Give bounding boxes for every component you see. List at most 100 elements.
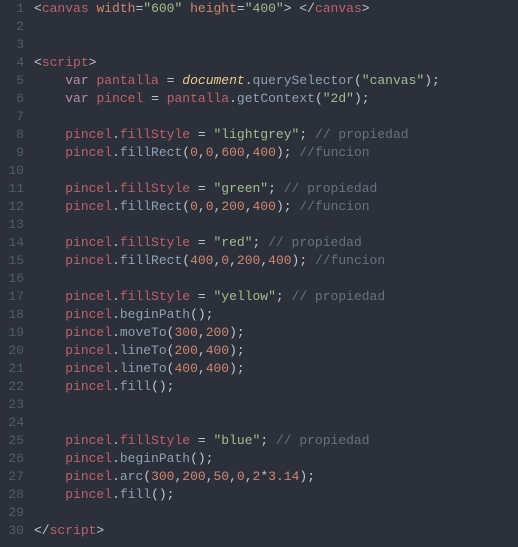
code-line[interactable]: pincel.beginPath(); [34,306,518,324]
code-line[interactable] [34,18,518,36]
token-punc [34,73,65,88]
token-punc: ; [260,433,276,448]
token-punc: . [112,127,120,142]
token-op: = [198,127,206,142]
token-op: = [151,91,159,106]
token-tag: canvas [42,1,89,16]
token-num: 400 [253,199,276,214]
token-punc: ); [424,73,440,88]
token-punc: (); [151,487,174,502]
code-line[interactable]: pincel.lineTo(400,400); [34,360,518,378]
line-number: 19 [0,324,24,342]
token-punc [34,325,65,340]
token-num: 400 [206,343,229,358]
token-punc [190,289,198,304]
code-line[interactable]: pincel.fillStyle = "lightgrey"; // propi… [34,126,518,144]
code-line[interactable] [34,270,518,288]
token-punc: . [112,361,120,376]
code-line[interactable]: pincel.fill(); [34,378,518,396]
token-method: getContext [237,91,315,106]
line-number: 27 [0,468,24,486]
token-punc: , [198,199,206,214]
code-line[interactable]: pincel.lineTo(200,400); [34,342,518,360]
token-op: = [198,289,206,304]
token-punc: ( [315,91,323,106]
code-line[interactable]: var pantalla = document.querySelector("c… [34,72,518,90]
token-punc: </ [34,523,50,538]
token-var: pincel [65,289,112,304]
code-area[interactable]: <canvas width="600" height="400"> </canv… [34,0,518,540]
code-line[interactable]: pincel.fillStyle = "red"; // propiedad [34,234,518,252]
code-line[interactable] [34,162,518,180]
token-punc [34,91,65,106]
code-line[interactable]: pincel.arc(300,200,50,0,2*3.14); [34,468,518,486]
line-number: 20 [0,342,24,360]
token-punc: . [229,91,237,106]
token-punc: ( [182,145,190,160]
code-line[interactable]: pincel.beginPath(); [34,450,518,468]
token-punc [34,235,65,250]
token-punc: . [112,451,120,466]
token-var: fillStyle [120,289,190,304]
code-line[interactable]: pincel.fill(); [34,486,518,504]
token-comment: //funcion [299,145,369,160]
token-punc: ( [354,73,362,88]
code-line[interactable]: <script> [34,54,518,72]
code-line[interactable]: pincel.fillStyle = "green"; // propiedad [34,180,518,198]
token-punc [34,487,65,502]
token-tag: script [42,55,89,70]
line-number: 17 [0,288,24,306]
token-method: fill [120,487,151,502]
token-num: 400 [190,253,213,268]
line-number: 13 [0,216,24,234]
token-punc [34,433,65,448]
code-line[interactable]: pincel.fillStyle = "yellow"; // propieda… [34,288,518,306]
token-punc [206,127,214,142]
line-number: 18 [0,306,24,324]
code-line[interactable]: pincel.fillStyle = "blue"; // propiedad [34,432,518,450]
code-line[interactable] [34,504,518,522]
token-var: fillStyle [120,433,190,448]
code-line[interactable] [34,396,518,414]
token-var: pincel [65,487,112,502]
code-line[interactable]: pincel.fillRect(400,0,200,400); //funcio… [34,252,518,270]
token-num: 400 [268,253,291,268]
token-op: = [198,235,206,250]
code-line[interactable]: </script> [34,522,518,540]
token-punc [34,379,65,394]
token-str: "green" [214,181,269,196]
token-var: fillStyle [120,235,190,250]
token-punc [190,127,198,142]
code-line[interactable]: <canvas width="600" height="400"> </canv… [34,0,518,18]
token-punc: . [112,181,120,196]
token-method: beginPath [120,451,190,466]
token-attr: width [96,1,135,16]
token-punc [190,235,198,250]
code-line[interactable] [34,216,518,234]
token-punc: ); [354,91,370,106]
token-comment: // propiedad [315,127,409,142]
token-num: 50 [214,469,230,484]
code-line[interactable] [34,108,518,126]
code-line[interactable]: pincel.moveTo(300,200); [34,324,518,342]
token-method: lineTo [120,361,167,376]
token-var: fillStyle [120,127,190,142]
token-punc: . [112,487,120,502]
token-punc: . [112,235,120,250]
token-num: 0 [190,145,198,160]
token-str: "2d" [323,91,354,106]
code-line[interactable] [34,414,518,432]
code-editor[interactable]: 1234567891011121314151617181920212223242… [0,0,518,540]
token-method: fillRect [120,145,182,160]
token-punc: . [112,343,120,358]
token-method: beginPath [120,307,190,322]
code-line[interactable]: pincel.fillRect(0,0,600,400); //funcion [34,144,518,162]
token-num: 300 [174,325,197,340]
token-punc: . [112,199,120,214]
token-str: "yellow" [214,289,276,304]
code-line[interactable] [34,36,518,54]
code-line[interactable]: pincel.fillRect(0,0,200,400); //funcion [34,198,518,216]
code-line[interactable]: var pincel = pantalla.getContext("2d"); [34,90,518,108]
line-number: 9 [0,144,24,162]
line-number: 4 [0,54,24,72]
